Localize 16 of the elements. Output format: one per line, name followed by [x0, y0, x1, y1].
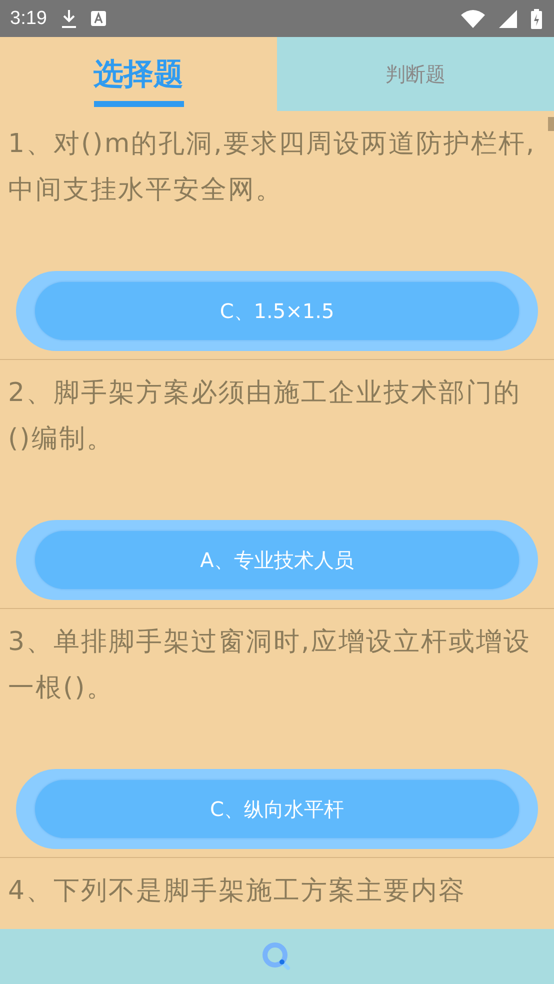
- status-time: 3:19: [10, 8, 47, 30]
- download-icon: [60, 10, 77, 28]
- font-icon: [90, 11, 106, 26]
- answer-button[interactable]: C、1.5×1.5: [16, 271, 538, 351]
- scroll-indicator: [548, 117, 554, 131]
- answer-button[interactable]: C、纵向水平杆: [16, 769, 538, 849]
- tab[interactable]: 判断题: [277, 37, 554, 111]
- wifi-icon: [461, 10, 485, 28]
- signal-icon: [499, 10, 517, 28]
- question-text: 2、脚手架方案必须由施工企业技术部门的()编制。: [8, 377, 522, 456]
- search-icon[interactable]: [262, 942, 292, 972]
- battery-icon: [531, 8, 542, 28]
- question-text: 4、下列不是脚手架施工方案主要内容: [8, 875, 468, 908]
- question-text: 1、对()m的孔洞,要求四周设两道防护栏杆,中间支挂水平安全网。: [8, 128, 537, 207]
- answer-button[interactable]: A、专业技术人员: [16, 520, 538, 600]
- question-text: 3、单排脚手架过窗洞时,应增设立杆或增设一根()。: [8, 626, 532, 705]
